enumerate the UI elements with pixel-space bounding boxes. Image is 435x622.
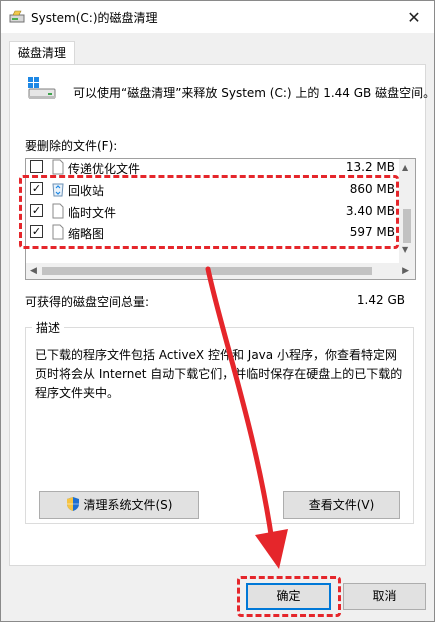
window-title: System(C:)的磁盘清理 <box>31 11 158 25</box>
files-to-delete-label: 要删除的文件(F): <box>25 139 118 153</box>
files-to-delete-list[interactable]: 传递优化文件 13.2 MB ✓ 回收站 860 MB ✓ 临时文件 3.40 … <box>25 158 416 280</box>
intro-text: 可以使用“磁盘清理”来释放 System (C:) 上的 1.44 GB 磁盘空… <box>73 86 435 100</box>
view-files-button[interactable]: 查看文件(V) <box>283 491 400 519</box>
tab-disk-cleanup[interactable]: 磁盘清理 <box>9 41 75 65</box>
vertical-scroll-thumb[interactable] <box>403 209 411 243</box>
clean-system-files-label: 清理系统文件(S) <box>83 498 173 512</box>
drive-icon <box>28 77 56 99</box>
list-item-thumbnails[interactable]: ✓ 缩略图 597 MB <box>26 222 401 242</box>
checkbox[interactable] <box>30 160 43 173</box>
item-name: 传递优化文件 <box>68 162 141 176</box>
item-name: 回收站 <box>68 184 105 198</box>
list-item-delivery-optimization[interactable]: 传递优化文件 13.2 MB <box>26 159 401 177</box>
scroll-down-icon[interactable]: ▼ <box>402 245 408 254</box>
item-name: 缩略图 <box>68 227 105 241</box>
close-icon: ✕ <box>407 7 421 27</box>
uac-shield-icon <box>66 497 79 511</box>
tab-panel: 可以使用“磁盘清理”来释放 System (C:) 上的 1.44 GB 磁盘空… <box>9 64 435 566</box>
ok-button[interactable]: 确定 <box>246 583 331 610</box>
checkbox[interactable]: ✓ <box>30 204 43 217</box>
item-name: 临时文件 <box>68 206 117 220</box>
close-button[interactable]: ✕ <box>402 5 426 29</box>
list-item-recycle-bin[interactable]: ✓ 回收站 860 MB <box>26 179 401 199</box>
vertical-scrollbar[interactable]: ▲ ▼ <box>399 159 415 264</box>
document-icon <box>52 203 64 219</box>
title-bar[interactable]: System(C:)的磁盘清理 ✕ <box>1 1 434 33</box>
checkbox[interactable]: ✓ <box>30 182 43 195</box>
total-space-label: 可获得的磁盘空间总量: <box>25 295 150 309</box>
document-icon <box>52 159 64 175</box>
list-item-temp-files[interactable]: ✓ 临时文件 3.40 MB <box>26 201 401 221</box>
cancel-button[interactable]: 取消 <box>343 583 426 610</box>
scroll-left-icon[interactable]: ◀ <box>30 266 37 276</box>
checkbox[interactable]: ✓ <box>30 225 43 238</box>
item-size: 3.40 MB <box>345 204 395 218</box>
scroll-up-icon[interactable]: ▲ <box>402 163 408 172</box>
item-size: 13.2 MB <box>345 160 395 174</box>
recycle-bin-icon <box>52 183 64 197</box>
description-legend: 描述 <box>32 319 65 336</box>
scroll-right-icon[interactable]: ▶ <box>402 266 409 276</box>
item-size: 860 MB <box>349 182 395 196</box>
disk-cleanup-window: System(C:)的磁盘清理 ✕ 磁盘清理 可以使用“磁盘清理”来释放 Sys… <box>0 0 435 622</box>
item-size: 597 MB <box>349 225 395 239</box>
description-text: 已下载的程序文件包括 ActiveX 控件和 Java 小程序，你查看特定网页时… <box>35 348 403 400</box>
clean-system-files-button[interactable]: 清理系统文件(S) <box>39 491 199 519</box>
total-space-value: 1.42 GB <box>356 293 405 307</box>
disk-cleanup-icon <box>9 10 25 23</box>
horizontal-scroll-thumb[interactable] <box>42 267 372 275</box>
document-icon <box>52 224 64 240</box>
horizontal-scrollbar[interactable]: ◀ ▶ <box>26 263 415 279</box>
